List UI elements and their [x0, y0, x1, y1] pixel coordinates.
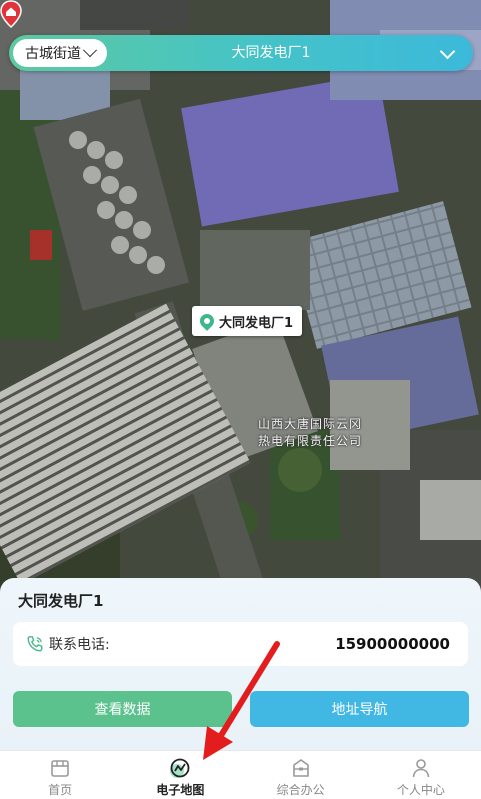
phone-label: 联系电话:: [49, 637, 110, 653]
satellite-map[interactable]: 古城街道 大同发电厂1 大同发电厂1 山西大唐国际云冈 热电有限责任公司: [0, 0, 481, 600]
tab-profile[interactable]: 个人中心: [361, 751, 481, 799]
office-icon: [292, 759, 309, 777]
chevron-down-icon[interactable]: [439, 43, 456, 60]
panel-title: 大同发电厂1: [18, 592, 104, 610]
satellite-imagery: [0, 0, 481, 600]
tab-profile-label: 个人中心: [396, 783, 445, 797]
phone-icon: [27, 636, 43, 652]
location-pin-icon: [197, 311, 217, 331]
tab-home-label: 首页: [48, 783, 73, 797]
map-marker-label[interactable]: 大同发电厂1: [192, 306, 303, 336]
poi-label: 山西大唐国际云冈 热电有限责任公司: [258, 416, 362, 450]
tab-home[interactable]: 首页: [0, 751, 120, 799]
street-dropdown-label: 古城街道: [25, 46, 81, 62]
phone-value[interactable]: 15900000000: [335, 635, 450, 653]
tab-office-label: 综合办公: [276, 783, 325, 797]
poi-label-line1: 山西大唐国际云冈: [258, 417, 363, 431]
location-selector-bar: 古城街道 大同发电厂1: [9, 35, 473, 71]
tab-map-label: 电子地图: [156, 783, 205, 797]
map-pin-icon[interactable]: [0, 0, 22, 28]
poi-label-line2: 热电有限责任公司: [258, 434, 363, 448]
marker-label-text: 大同发电厂1: [219, 315, 294, 331]
user-icon: [412, 759, 430, 778]
home-icon: [51, 760, 69, 777]
plant-dropdown[interactable]: 大同发电厂1: [109, 35, 433, 71]
annotation-arrow-icon: [203, 641, 280, 760]
map-icon: [170, 758, 190, 778]
street-dropdown[interactable]: 古城街道: [13, 39, 107, 67]
chevron-down-icon: [82, 43, 98, 58]
